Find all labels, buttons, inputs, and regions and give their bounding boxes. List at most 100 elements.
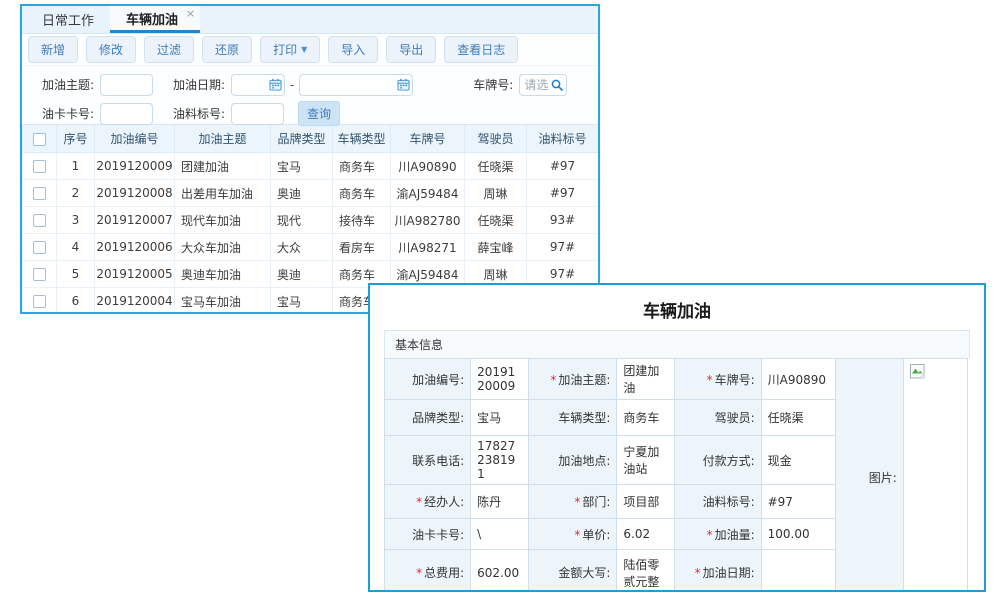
filter-plate-label: 车牌号: <box>455 76 513 93</box>
required-marker: * <box>695 566 701 580</box>
card-number-input[interactable] <box>100 103 153 125</box>
toolbar: 新增 修改 过滤 还原 打印 ▼ 导入 导出 查看日志 <box>22 34 598 65</box>
row-checkbox[interactable] <box>33 268 46 281</box>
cell-brand: 奥迪 <box>271 261 333 288</box>
cell-index: 1 <box>57 153 95 180</box>
field-label: *加油量: <box>675 519 761 550</box>
field-value: 宝马 <box>471 400 529 436</box>
dialog-title: 车辆加油 <box>370 285 984 330</box>
cell-driver[interactable]: 任晓渠 <box>465 207 527 234</box>
required-marker: * <box>416 566 422 580</box>
cell-plate[interactable]: 川A982780 <box>391 207 465 234</box>
field-value: 川A90890 <box>761 359 835 400</box>
filter-card-label: 油卡卡号: <box>36 105 94 122</box>
column-header: 加油主题 <box>175 125 271 153</box>
cell-driver[interactable]: 任晓渠 <box>465 153 527 180</box>
calendar-icon[interactable] <box>269 78 282 91</box>
view-log-button[interactable]: 查看日志 <box>444 36 518 63</box>
cell-topic[interactable]: 现代车加油 <box>175 207 271 234</box>
cell-index: 2 <box>57 180 95 207</box>
filter-button[interactable]: 过滤 <box>144 36 194 63</box>
field-label: 付款方式: <box>675 436 761 485</box>
row-checkbox[interactable] <box>33 295 46 308</box>
tab-bar: 日常工作 车辆加油 × <box>22 6 598 34</box>
date-to-input[interactable] <box>299 74 413 96</box>
print-label: 打印 <box>273 41 297 58</box>
query-button[interactable]: 查询 <box>298 101 340 126</box>
date-to-field[interactable] <box>299 74 413 96</box>
cell-topic[interactable]: 出差用车加油 <box>175 180 271 207</box>
field-label: 油料标号: <box>675 485 761 519</box>
cell-record-id[interactable]: 2019120004 <box>95 288 175 315</box>
required-marker: * <box>550 373 556 387</box>
cell-record-id[interactable]: 2019120007 <box>95 207 175 234</box>
cell-brand: 现代 <box>271 207 333 234</box>
cell-index: 3 <box>57 207 95 234</box>
cell-record-id[interactable]: 2019120008 <box>95 180 175 207</box>
table-row: 32019120007现代车加油现代接待车川A982780任晓渠93# <box>23 207 599 234</box>
table-row: 42019120006大众车加油大众看房车川A98271薛宝峰97# <box>23 234 599 261</box>
field-label: *部门: <box>529 485 617 519</box>
row-checkbox[interactable] <box>33 241 46 254</box>
select-all-checkbox[interactable] <box>33 133 46 146</box>
row-checkbox[interactable] <box>33 214 46 227</box>
column-header: 车牌号 <box>391 125 465 153</box>
add-button[interactable]: 新增 <box>28 36 78 63</box>
close-tab-icon[interactable]: × <box>186 7 195 20</box>
required-marker: * <box>416 495 422 509</box>
cell-fuel-grade: 93# <box>527 207 599 234</box>
cell-record-id[interactable]: 2019120006 <box>95 234 175 261</box>
column-header: 加油编号 <box>95 125 175 153</box>
calendar-icon[interactable] <box>397 78 410 91</box>
cell-record-id[interactable]: 2019120005 <box>95 261 175 288</box>
cell-topic[interactable]: 大众车加油 <box>175 234 271 261</box>
table-row: 22019120008出差用车加油奥迪商务车渝AJ59484周琳#97 <box>23 180 599 207</box>
export-button[interactable]: 导出 <box>386 36 436 63</box>
cell-topic[interactable]: 宝马车加油 <box>175 288 271 315</box>
date-separator: - <box>290 78 294 92</box>
cell-vehicle-type: 接待车 <box>333 207 391 234</box>
broken-image-icon <box>910 364 925 379</box>
row-checkbox-cell <box>23 207 57 234</box>
cell-record-id[interactable]: 2019120009 <box>95 153 175 180</box>
table-row: 12019120009团建加油宝马商务车川A90890任晓渠#97 <box>23 153 599 180</box>
field-label: *加油主题: <box>529 359 617 400</box>
print-button[interactable]: 打印 ▼ <box>260 36 320 63</box>
cell-plate[interactable]: 渝AJ59484 <box>391 180 465 207</box>
tab-vehicle-refuel[interactable]: 车辆加油 × <box>110 6 200 33</box>
tab-label: 日常工作 <box>42 10 94 29</box>
restore-button[interactable]: 还原 <box>202 36 252 63</box>
cell-driver[interactable]: 周琳 <box>465 180 527 207</box>
column-header: 油料标号 <box>527 125 599 153</box>
field-label: 车辆类型: <box>529 400 617 436</box>
row-checkbox[interactable] <box>33 160 46 173</box>
plate-picker-input[interactable] <box>519 74 567 96</box>
row-checkbox-cell <box>23 234 57 261</box>
search-icon[interactable] <box>550 78 564 92</box>
row-checkbox[interactable] <box>33 187 46 200</box>
cell-brand: 宝马 <box>271 153 333 180</box>
cell-plate[interactable]: 川A90890 <box>391 153 465 180</box>
cell-brand: 宝马 <box>271 288 333 315</box>
field-label: *经办人: <box>385 485 471 519</box>
edit-button[interactable]: 修改 <box>86 36 136 63</box>
cell-plate[interactable]: 川A98271 <box>391 234 465 261</box>
field-label: 加油地点: <box>529 436 617 485</box>
cell-fuel-grade: 97# <box>527 234 599 261</box>
cell-index: 6 <box>57 288 95 315</box>
required-marker: * <box>574 495 580 509</box>
image-field-value <box>903 359 967 593</box>
cell-topic[interactable]: 团建加油 <box>175 153 271 180</box>
cell-fuel-grade: #97 <box>527 180 599 207</box>
topic-input[interactable] <box>100 74 153 96</box>
grade-input[interactable] <box>231 103 284 125</box>
cell-driver[interactable]: 薛宝峰 <box>465 234 527 261</box>
cell-vehicle-type: 商务车 <box>333 180 391 207</box>
field-value: 团建加油 <box>617 359 675 400</box>
cell-topic[interactable]: 奥迪车加油 <box>175 261 271 288</box>
tab-daily-work[interactable]: 日常工作 <box>26 6 110 33</box>
date-from-input[interactable] <box>231 74 285 96</box>
column-header: 车辆类型 <box>333 125 391 153</box>
import-button[interactable]: 导入 <box>328 36 378 63</box>
cell-fuel-grade: #97 <box>527 153 599 180</box>
